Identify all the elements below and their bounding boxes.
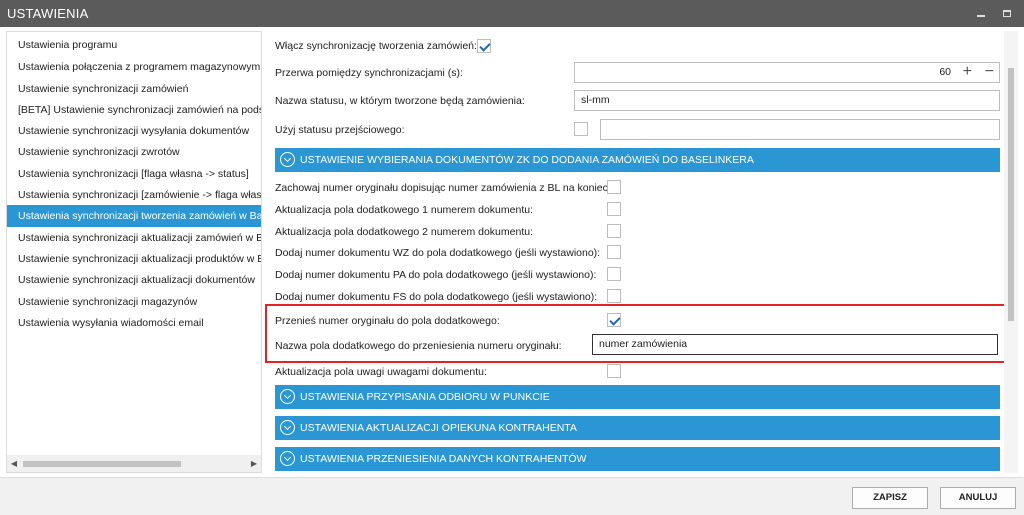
interval-value: 60 bbox=[939, 66, 951, 78]
nav-item[interactable]: Ustawienie synchronizacji aktualizacji d… bbox=[7, 269, 261, 291]
scroll-right-icon[interactable]: ▶ bbox=[247, 455, 261, 472]
scroll-left-icon[interactable]: ◀ bbox=[7, 455, 21, 472]
status-name-input[interactable]: sl-mm bbox=[574, 90, 1000, 111]
remarks-checkbox[interactable] bbox=[607, 364, 621, 378]
minus-icon[interactable]: − bbox=[985, 63, 994, 81]
section-title: USTAWIENIE WYBIERANIA DOKUMENTÓW ZK DO D… bbox=[300, 154, 754, 166]
move-original-label: Przenieś numer oryginału do pola dodatko… bbox=[275, 315, 500, 327]
section-title: USTAWIENIA AKTUALIZACJI OPIEKUNA KONTRAH… bbox=[300, 422, 577, 434]
status-name-label: Nazwa statusu, w którym tworzone będą za… bbox=[275, 95, 525, 107]
scroll-thumb[interactable] bbox=[1008, 68, 1014, 321]
option-label: Aktualizacja pola dodatkowego 1 numerem … bbox=[275, 204, 533, 216]
section-title: USTAWIENIA PRZYPISANIA ODBIORU W PUNKCIE bbox=[300, 391, 550, 403]
nav-item[interactable]: Ustawienie synchronizacji aktualizacji p… bbox=[7, 248, 261, 270]
section-contractor-header[interactable]: USTAWIENIA PRZENIESIENIA DANYCH KONTRAHE… bbox=[275, 447, 1000, 471]
option-checkbox[interactable] bbox=[607, 224, 621, 238]
scroll-thumb[interactable] bbox=[23, 461, 181, 467]
nav-horizontal-scrollbar[interactable]: ◀ ▶ bbox=[7, 455, 261, 472]
section-zk-header[interactable]: USTAWIENIE WYBIERANIA DOKUMENTÓW ZK DO D… bbox=[275, 148, 1000, 172]
interval-stepper[interactable]: 60 + − bbox=[574, 62, 1000, 83]
nav-item[interactable]: Ustawienia połączenia z programem magazy… bbox=[7, 56, 261, 78]
enable-sync-label: Włącz synchronizację tworzenia zamówień: bbox=[275, 40, 477, 52]
section-pickup-header[interactable]: USTAWIENIA PRZYPISANIA ODBIORU W PUNKCIE bbox=[275, 385, 1000, 409]
window-title: USTAWIENIA bbox=[7, 6, 89, 21]
minimize-icon[interactable] bbox=[972, 4, 990, 22]
enable-sync-checkbox[interactable] bbox=[477, 39, 491, 53]
nav-item[interactable]: Ustawienie synchronizacji zamówień bbox=[7, 78, 261, 100]
option-label: Dodaj numer dokumentu FS do pola dodatko… bbox=[275, 291, 598, 303]
save-button[interactable]: ZAPISZ bbox=[852, 487, 928, 509]
option-checkbox[interactable] bbox=[607, 289, 621, 303]
nav-item[interactable]: Ustawienia synchronizacji [zamówienie ->… bbox=[7, 184, 261, 206]
option-checkbox[interactable] bbox=[607, 202, 621, 216]
nav-item[interactable]: Ustawienia wysyłania wiadomości email bbox=[7, 312, 261, 334]
option-checkbox[interactable] bbox=[607, 180, 621, 194]
field-name-label: Nazwa pola dodatkowego do przeniesienia … bbox=[275, 340, 562, 352]
nav-item[interactable]: Ustawienie synchronizacji wysyłania doku… bbox=[7, 120, 261, 142]
nav-item[interactable]: Ustawienia synchronizacji aktualizacji z… bbox=[7, 227, 261, 249]
plus-icon[interactable]: + bbox=[963, 63, 972, 81]
option-checkbox[interactable] bbox=[607, 245, 621, 259]
title-bar: USTAWIENIA bbox=[0, 0, 1024, 27]
option-checkbox[interactable] bbox=[607, 267, 621, 281]
chevron-down-icon bbox=[280, 420, 295, 435]
transitional-status-input[interactable] bbox=[600, 119, 1000, 140]
panel-vertical-scrollbar[interactable] bbox=[1004, 31, 1018, 473]
nav-item-selected[interactable]: Ustawienia synchronizacji tworzenia zamó… bbox=[7, 205, 261, 227]
chevron-down-icon bbox=[280, 451, 295, 466]
footer-bar: ZAPISZ ANULUJ bbox=[0, 477, 1024, 515]
settings-nav: Ustawienia programu Ustawienia połączeni… bbox=[6, 31, 262, 473]
option-label: Aktualizacja pola dodatkowego 2 numerem … bbox=[275, 226, 533, 238]
nav-item[interactable]: Ustawienia synchronizacji [flaga własna … bbox=[7, 163, 261, 185]
transitional-status-label: Użyj statusu przejściowego: bbox=[275, 124, 405, 136]
remarks-label: Aktualizacja pola uwagi uwagami dokument… bbox=[275, 366, 487, 378]
transitional-status-checkbox[interactable] bbox=[574, 122, 588, 136]
section-guardian-header[interactable]: USTAWIENIA AKTUALIZACJI OPIEKUNA KONTRAH… bbox=[275, 416, 1000, 440]
chevron-down-icon bbox=[280, 389, 295, 404]
settings-panel: Włącz synchronizację tworzenia zamówień:… bbox=[264, 31, 1018, 473]
maximize-icon[interactable] bbox=[998, 4, 1016, 22]
nav-item[interactable]: Ustawienie synchronizacji zwrotów bbox=[7, 141, 261, 163]
chevron-down-icon bbox=[280, 152, 295, 167]
interval-label: Przerwa pomiędzy synchronizacjami (s): bbox=[275, 67, 463, 79]
option-label: Dodaj numer dokumentu PA do pola dodatko… bbox=[275, 269, 597, 281]
option-label: Dodaj numer dokumentu WZ do pola dodatko… bbox=[275, 247, 601, 259]
field-name-input[interactable]: numer zamówienia bbox=[592, 334, 998, 355]
option-label: Zachowaj numer oryginału dopisując numer… bbox=[275, 182, 611, 194]
nav-item[interactable]: [BETA] Ustawienie synchronizacji zamówie… bbox=[7, 99, 261, 121]
section-title: USTAWIENIA PRZENIESIENIA DANYCH KONTRAHE… bbox=[300, 453, 587, 465]
move-original-checkbox[interactable] bbox=[607, 313, 621, 327]
nav-item[interactable]: Ustawienie synchronizacji magazynów bbox=[7, 291, 261, 313]
nav-item[interactable]: Ustawienia programu bbox=[7, 34, 261, 56]
cancel-button[interactable]: ANULUJ bbox=[940, 487, 1016, 509]
